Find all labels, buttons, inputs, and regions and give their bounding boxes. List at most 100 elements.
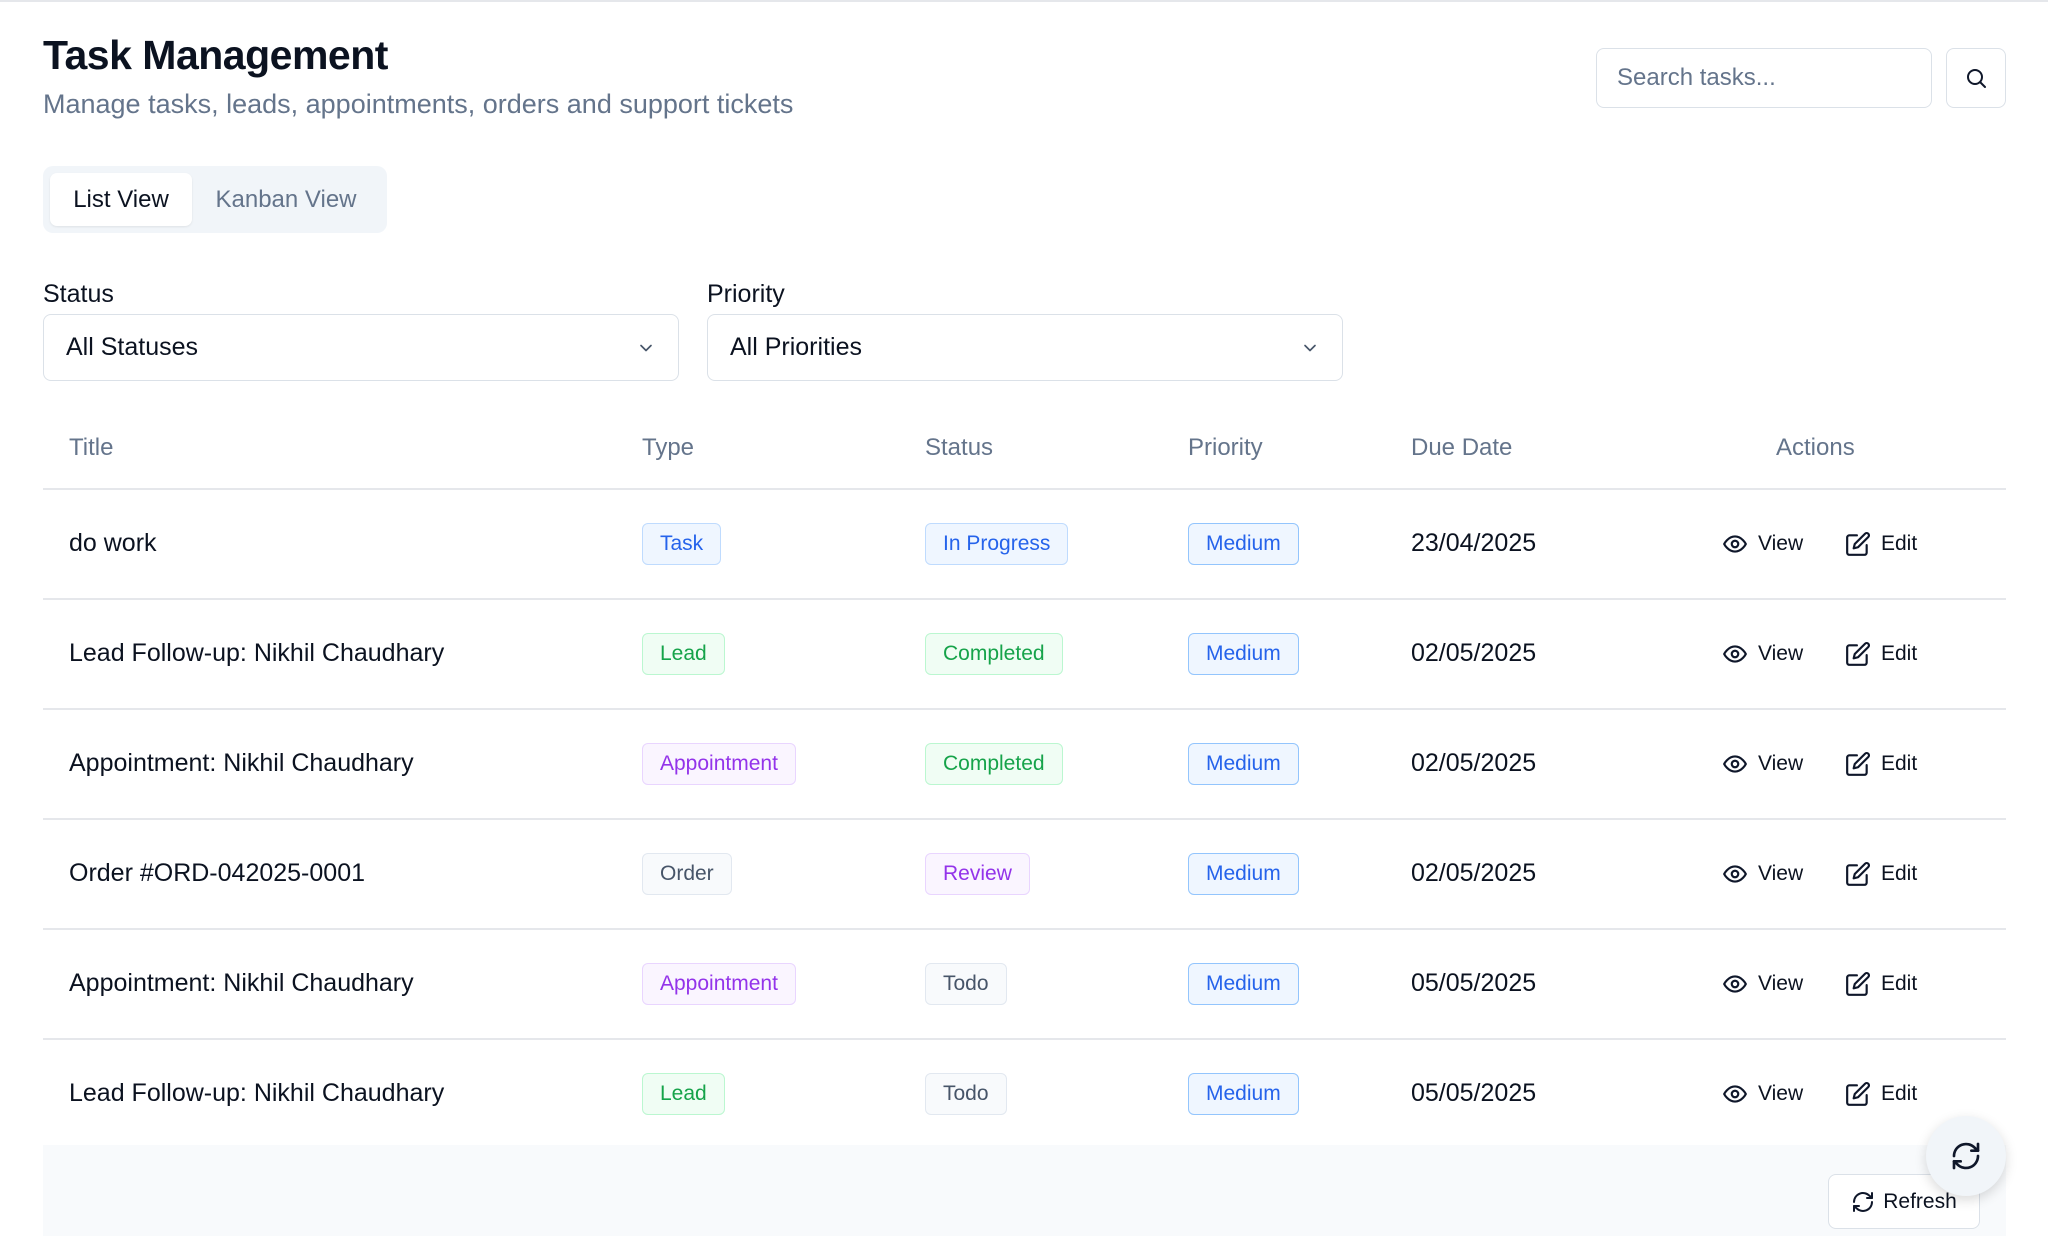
view-button[interactable]: View	[1722, 709, 1803, 818]
status-filter-value: All Statuses	[66, 333, 199, 361]
search-icon	[1967, 69, 1986, 88]
edit-button[interactable]: Edit	[1845, 599, 1917, 708]
edit-icon	[1846, 861, 1870, 886]
table-row: Appointment: Nikhil Chaudhary Appointmen…	[43, 929, 2006, 1038]
refresh-label: Refresh	[1883, 1189, 1957, 1213]
view-button[interactable]: View	[1722, 489, 1803, 598]
view-button[interactable]: View	[1722, 819, 1803, 928]
view-label: View	[1758, 641, 1804, 665]
row-title: Lead Follow-up: Nikhil Chaudhary	[69, 639, 445, 667]
priority-badge: Medium	[1188, 962, 1299, 1005]
status-filter-select[interactable]: All Statuses	[43, 314, 679, 381]
status-filter-label: Status	[43, 280, 114, 308]
view-tabs: List View Kanban View	[43, 166, 387, 233]
column-header-type: Type	[642, 434, 695, 461]
view-button[interactable]: View	[1722, 1039, 1803, 1148]
status-badge: Todo	[925, 1072, 1007, 1115]
priority-badge: Medium	[1188, 742, 1299, 785]
priority-filter-value: All Priorities	[730, 333, 862, 361]
edit-button[interactable]: Edit	[1845, 929, 1917, 1038]
type-badge: Task	[642, 522, 722, 565]
column-header-status: Status	[925, 434, 994, 461]
row-title: Appointment: Nikhil Chaudhary	[69, 969, 414, 997]
type-badge: Appointment	[642, 962, 796, 1005]
priority-badge: Medium	[1188, 522, 1299, 565]
priority-badge: Medium	[1188, 852, 1299, 895]
search-input[interactable]	[1596, 48, 1932, 108]
type-badge: Lead	[642, 632, 725, 675]
type-badge: Appointment	[642, 742, 796, 785]
eye-icon	[1723, 864, 1747, 883]
page-title: Task Management	[43, 32, 388, 78]
type-badge: Order	[642, 852, 732, 895]
edit-icon	[1846, 751, 1870, 776]
edit-label: Edit	[1881, 861, 1918, 885]
tab-kanban-view[interactable]: Kanban View	[192, 173, 380, 226]
view-label: View	[1758, 861, 1804, 885]
column-header-title: Title	[69, 434, 114, 461]
chevron-down-icon	[1304, 344, 1316, 351]
due-date: 02/05/2025	[1411, 749, 1537, 777]
view-label: View	[1758, 751, 1804, 775]
table-row: Lead Follow-up: Nikhil Chaudhary Lead To…	[43, 1039, 2006, 1148]
priority-badge: Medium	[1188, 632, 1299, 675]
refresh-icon	[1853, 1191, 1874, 1212]
row-title: do work	[69, 529, 157, 557]
table-row: Lead Follow-up: Nikhil Chaudhary Lead Co…	[43, 599, 2006, 708]
task-management-page: Task Management Manage tasks, leads, app…	[0, 0, 2048, 1236]
view-label: View	[1758, 1081, 1804, 1105]
table-row: do work Task In Progress Medium 23/04/20…	[43, 489, 2006, 598]
edit-button[interactable]: Edit	[1845, 819, 1917, 928]
view-button[interactable]: View	[1722, 599, 1803, 708]
edit-label: Edit	[1881, 751, 1918, 775]
status-badge: In Progress	[925, 522, 1069, 565]
edit-icon	[1846, 531, 1870, 556]
view-label: View	[1758, 971, 1804, 995]
chevron-down-icon	[640, 344, 652, 351]
due-date: 02/05/2025	[1411, 639, 1537, 667]
view-label: View	[1758, 531, 1804, 555]
edit-icon	[1846, 1081, 1870, 1106]
eye-icon	[1723, 644, 1747, 663]
status-badge: Completed	[925, 632, 1063, 675]
priority-filter-label: Priority	[707, 280, 785, 308]
row-title: Lead Follow-up: Nikhil Chaudhary	[69, 1079, 445, 1107]
row-title: Appointment: Nikhil Chaudhary	[69, 749, 414, 777]
eye-icon	[1723, 534, 1747, 553]
column-header-actions: Actions	[1776, 434, 1855, 461]
due-date: 05/05/2025	[1411, 969, 1537, 997]
status-badge: Todo	[925, 962, 1007, 1005]
eye-icon	[1723, 754, 1747, 773]
row-title: Order #ORD-042025-0001	[69, 859, 365, 887]
status-badge: Completed	[925, 742, 1063, 785]
edit-button[interactable]: Edit	[1845, 709, 1917, 818]
edit-button[interactable]: Edit	[1845, 489, 1917, 598]
refresh-icon	[1952, 1142, 1980, 1170]
type-badge: Lead	[642, 1072, 725, 1115]
floating-refresh-button[interactable]	[1926, 1116, 2006, 1196]
table-footer	[43, 1145, 2006, 1236]
eye-icon	[1723, 974, 1747, 993]
edit-label: Edit	[1881, 1081, 1918, 1105]
status-badge: Review	[925, 852, 1030, 895]
priority-badge: Medium	[1188, 1072, 1299, 1115]
column-header-due-date: Due Date	[1411, 434, 1513, 461]
edit-label: Edit	[1881, 531, 1918, 555]
eye-icon	[1723, 1084, 1747, 1103]
edit-label: Edit	[1881, 971, 1918, 995]
priority-filter-select[interactable]: All Priorities	[707, 314, 1343, 381]
tab-list-view[interactable]: List View	[50, 173, 192, 226]
edit-button[interactable]: Edit	[1845, 1039, 1917, 1148]
table-row: Order #ORD-042025-0001 Order Review Medi…	[43, 819, 2006, 928]
edit-icon	[1846, 641, 1870, 666]
due-date: 05/05/2025	[1411, 1079, 1537, 1107]
search-button[interactable]	[1946, 48, 2006, 108]
due-date: 02/05/2025	[1411, 859, 1537, 887]
due-date: 23/04/2025	[1411, 529, 1537, 557]
column-header-priority: Priority	[1188, 434, 1263, 461]
page-subtitle: Manage tasks, leads, appointments, order…	[43, 89, 794, 119]
view-button[interactable]: View	[1722, 929, 1803, 1038]
edit-label: Edit	[1881, 641, 1918, 665]
table-row: Appointment: Nikhil Chaudhary Appointmen…	[43, 709, 2006, 818]
edit-icon	[1846, 971, 1870, 996]
